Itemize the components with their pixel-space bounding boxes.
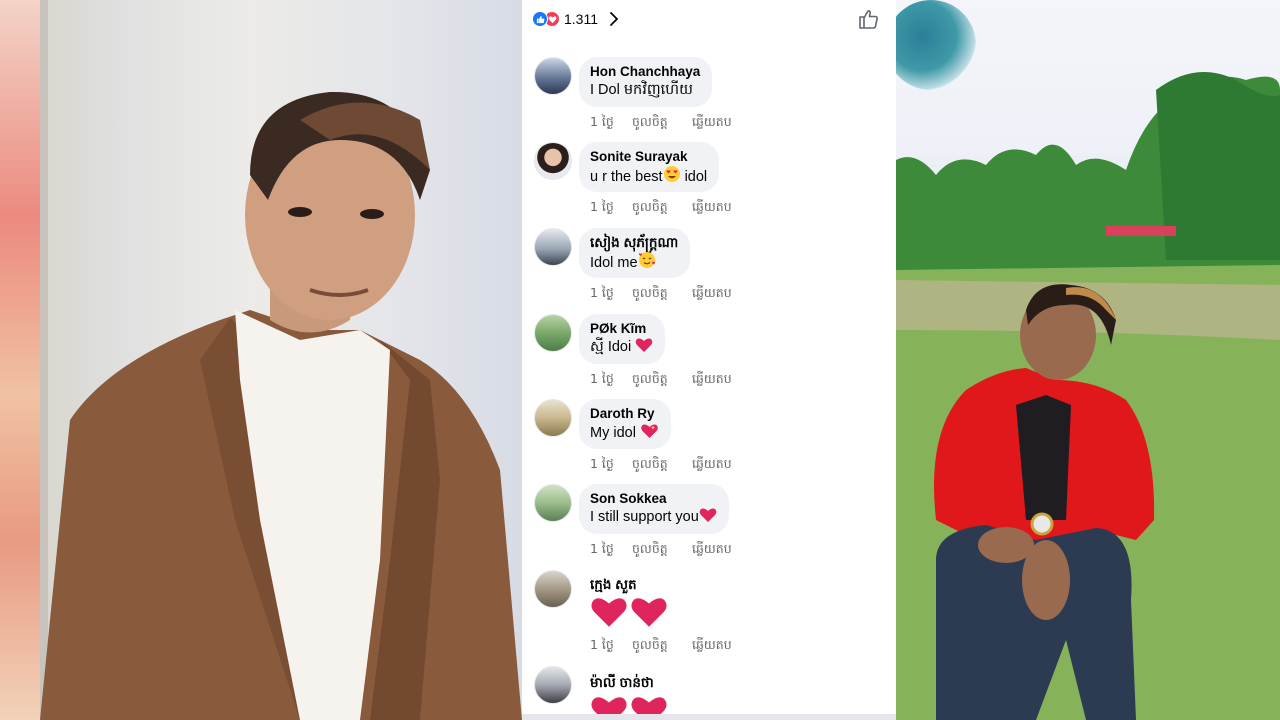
comment-reply-button[interactable]: ឆ្លើយតប [692, 199, 732, 218]
comment-time[interactable]: 1 ថ្ងៃ [590, 285, 632, 304]
reaction-count: 1.311 [564, 11, 598, 27]
comment-text-part: u r the best [590, 169, 663, 185]
comment-text: ស្មី Idoi [590, 337, 653, 357]
comment-like-button[interactable]: ចូលចិត្ត [632, 114, 692, 133]
comment-like-button[interactable]: ចូលចិត្ត [632, 456, 692, 475]
comment-reply-button[interactable]: ឆ្លើយតប [692, 114, 732, 133]
comment-like-button[interactable]: ចូលចិត្ត [632, 541, 692, 560]
comments-panel: 1.311 Hon Chanchhaya I Dol មកវិញហើយ 1 ថ្… [522, 0, 896, 720]
commenter-name[interactable]: ម៉ាលី ចាន់ថា [590, 674, 654, 691]
man-sitting-in-field-photo [896, 72, 1280, 720]
comment-actions: 1 ថ្ងៃ ចូលចិត្ត ឆ្លើយតប [590, 371, 732, 390]
comment-bubble: Son Sokkea I still support you [579, 484, 729, 534]
comment-time[interactable]: 1 ថ្ងៃ [590, 637, 632, 656]
comment-text-part: ស្មី Idoi [590, 339, 636, 355]
comment-text: My idol [590, 422, 659, 443]
like-outline-icon[interactable] [858, 8, 880, 30]
comment-actions: 1 ថ្ងៃ ចូលចិត្ត ឆ្លើយតប [590, 114, 732, 133]
avatar[interactable] [534, 666, 572, 704]
red-heart-icon [591, 598, 627, 627]
like-reaction-icon [532, 11, 548, 27]
comment-time[interactable]: 1 ថ្ងៃ [590, 199, 632, 218]
avatar[interactable] [534, 314, 572, 352]
big-hearts [590, 595, 668, 629]
comment-like-button[interactable]: ចូលចិត្ត [632, 285, 692, 304]
avatar[interactable] [534, 228, 572, 266]
avatar[interactable] [534, 484, 572, 522]
comment-reply-button[interactable]: ឆ្លើយតប [692, 371, 732, 390]
comment-like-button[interactable]: ចូលចិត្ត [632, 199, 692, 218]
comment-bubble: Hon Chanchhaya I Dol មកវិញហើយ [579, 57, 713, 107]
comment-text-part: I still support you [590, 509, 699, 525]
comment-actions: 1 ថ្ងៃ ចូលចិត្ត ឆ្លើយតប [590, 541, 732, 560]
comment-time[interactable]: 1 ថ្ងៃ [590, 114, 632, 133]
avatar[interactable] [534, 57, 572, 95]
comment-time[interactable]: 1 ថ្ងៃ [590, 541, 632, 560]
comment-text: I still support you [590, 507, 717, 527]
comment-reply-button[interactable]: ឆ្លើយតប [692, 541, 732, 560]
comment-text-part: My idol [590, 425, 640, 441]
comment-time[interactable]: 1 ថ្ងៃ [590, 456, 632, 475]
comment-text: I Dol មកវិញហើយ [590, 82, 693, 98]
bottom-divider [522, 714, 896, 720]
comment-bubble: Sonite Surayak u r the best idol [579, 142, 720, 192]
reactions-summary[interactable]: 1.311 [532, 8, 624, 30]
comment-like-button[interactable]: ចូលចិត្ត [632, 637, 692, 656]
comment-like-button[interactable]: ចូលចិត្ត [632, 371, 692, 390]
commenter-name[interactable]: PØk Kĩm [590, 320, 653, 337]
commenter-name[interactable]: ក្មេង សួត [590, 576, 637, 593]
commenter-name[interactable]: Sonite Surayak [590, 148, 707, 165]
red-heart-icon [631, 598, 667, 627]
smiling-face-with-hearts-icon [638, 252, 655, 268]
comment-text-part: idol [680, 169, 708, 185]
right-photo [896, 0, 1280, 720]
comment-text: u r the best idol [590, 165, 707, 187]
comment-reply-button[interactable]: ឆ្លើយតប [692, 285, 732, 304]
heart-eyes-emoji-icon [663, 166, 680, 182]
commenter-name[interactable]: Daroth Ry [590, 405, 659, 422]
commenter-name[interactable]: Hon Chanchhaya [590, 63, 700, 80]
comment-time[interactable]: 1 ថ្ងៃ [590, 371, 632, 390]
comment-bubble: Daroth Ry My idol [579, 399, 671, 449]
man-in-suit-photo [40, 91, 522, 720]
comment-text: Idol me [590, 251, 678, 273]
comment-reply-button[interactable]: ឆ្លើយតប [692, 637, 732, 656]
comment-text-part: Idol me [590, 255, 638, 271]
red-heart-icon [699, 508, 717, 522]
avatar[interactable] [534, 570, 572, 608]
comment-actions: 1 ថ្ងៃ ចូលចិត្ត ឆ្លើយតប [590, 285, 732, 304]
left-photo [0, 0, 522, 720]
comment-actions: 1 ថ្ងៃ ចូលចិត្ត ឆ្លើយតប [590, 637, 732, 656]
chevron-right-icon[interactable] [604, 9, 624, 29]
comment-actions: 1 ថ្ងៃ ចូលចិត្ត ឆ្លើយតប [590, 456, 732, 475]
red-heart-icon [635, 338, 653, 352]
avatar[interactable] [534, 142, 572, 180]
comment-reply-button[interactable]: ឆ្លើយតប [692, 456, 732, 475]
sparkling-heart-icon [641, 424, 658, 438]
commenter-name[interactable]: សៀង សុភ័ក្រ្តណា [590, 234, 678, 251]
commenter-name[interactable]: Son Sokkea [590, 490, 717, 507]
comment-bubble: PØk Kĩm ស្មី Idoi [579, 314, 666, 364]
comment-bubble: សៀង សុភ័ក្រ្តណា Idol me [579, 228, 691, 278]
comment-actions: 1 ថ្ងៃ ចូលចិត្ត ឆ្លើយតប [590, 199, 732, 218]
avatar[interactable] [534, 399, 572, 437]
